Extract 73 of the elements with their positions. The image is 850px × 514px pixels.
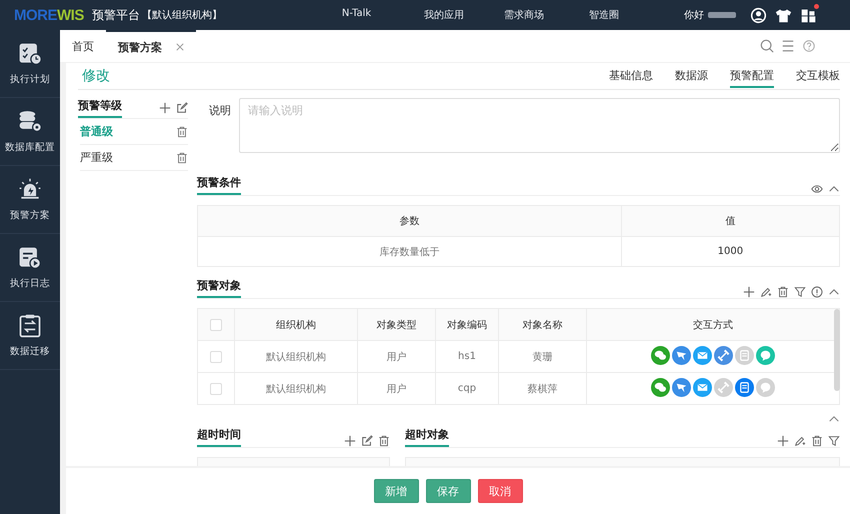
filter-icon[interactable]: [828, 435, 840, 447]
scrollbar[interactable]: [834, 309, 840, 391]
table-cell: 用户: [358, 340, 436, 372]
filter-icon[interactable]: [794, 286, 806, 298]
add-icon[interactable]: [743, 286, 755, 298]
column-header: 对象名称: [498, 308, 586, 340]
table-cell: 1000: [621, 236, 840, 266]
checkbox[interactable]: [210, 382, 222, 394]
apps-icon[interactable]: [800, 6, 817, 24]
level-item[interactable]: 严重级: [80, 145, 188, 171]
email-channel-icon[interactable]: [693, 346, 712, 364]
help-icon[interactable]: [802, 39, 816, 53]
user-icon[interactable]: [750, 6, 767, 24]
column-header: 对象编码: [436, 308, 498, 340]
table-cell: hs1: [436, 340, 498, 372]
column-header: 值: [621, 206, 840, 236]
info-icon[interactable]: [811, 286, 823, 298]
section-tab[interactable]: 基础信息: [609, 64, 653, 88]
delete-icon[interactable]: [777, 286, 789, 298]
menu-icon[interactable]: [781, 39, 795, 53]
document-play-icon: [17, 245, 43, 271]
field-label: 说明: [208, 103, 231, 119]
column-header: 交互方式: [586, 308, 840, 340]
section-tab[interactable]: 交互模板: [796, 64, 840, 88]
checklist-clock-icon: [17, 41, 43, 67]
section-tab[interactable]: 预警配置: [730, 64, 774, 88]
table-cell: 库存数量低于: [198, 236, 622, 266]
checkbox[interactable]: [210, 318, 222, 330]
search-icon[interactable]: [760, 39, 774, 53]
table-cell: 黄珊: [498, 340, 586, 372]
delete-icon[interactable]: [176, 126, 188, 138]
pen-icon[interactable]: [794, 435, 806, 447]
eye-icon[interactable]: [811, 183, 823, 195]
page-title: 修改: [82, 67, 110, 85]
description-field[interactable]: 请输入说明: [239, 98, 840, 153]
section-title: 超时时间: [197, 427, 241, 447]
pen-icon[interactable]: [760, 286, 772, 298]
column-header: 参数: [198, 206, 622, 236]
clipboard-arrows-icon: [17, 313, 43, 339]
section-tab[interactable]: 数据源: [675, 64, 708, 88]
column-header: 对象类型: [358, 308, 436, 340]
column-header: 组织机构: [234, 308, 358, 340]
nav-link[interactable]: N-Talk: [342, 8, 404, 22]
close-icon[interactable]: [176, 43, 184, 51]
logo: MOREWIS: [14, 6, 84, 24]
delete-icon[interactable]: [811, 435, 823, 447]
table-cell: 默认组织机构: [234, 372, 358, 404]
email-channel-icon[interactable]: [693, 378, 712, 396]
add-icon[interactable]: [777, 435, 789, 447]
table-cell: 蔡棋萍: [498, 372, 586, 404]
page-tab[interactable]: 首页: [60, 30, 106, 62]
table-cell: 默认组织机构: [234, 340, 358, 372]
checkbox[interactable]: [210, 350, 222, 362]
organization-label: 【默认组织机构】: [142, 8, 222, 22]
nav-link[interactable]: 我的应用: [404, 8, 484, 22]
greeting: 你好: [684, 9, 704, 22]
section-title: 预警等级: [78, 98, 122, 118]
delete-icon[interactable]: [378, 435, 390, 447]
table-cell: 用户: [358, 372, 436, 404]
nav-link[interactable]: 智造圈: [564, 8, 644, 22]
platform-title: 预警平台: [92, 6, 140, 24]
nav-link[interactable]: 需求商场: [484, 8, 564, 22]
add-icon[interactable]: [159, 102, 171, 114]
add-icon[interactable]: [344, 435, 356, 447]
section-title: 预警条件: [197, 175, 241, 195]
table-cell: cqp: [436, 372, 498, 404]
edit-icon[interactable]: [361, 435, 373, 447]
delete-icon[interactable]: [176, 152, 188, 164]
shirt-icon[interactable]: [774, 6, 792, 24]
section-title: 预警对象: [197, 278, 241, 298]
section-title: 超时对象: [405, 427, 449, 447]
blurred-name: [708, 12, 736, 18]
edit-icon[interactable]: [176, 102, 188, 114]
